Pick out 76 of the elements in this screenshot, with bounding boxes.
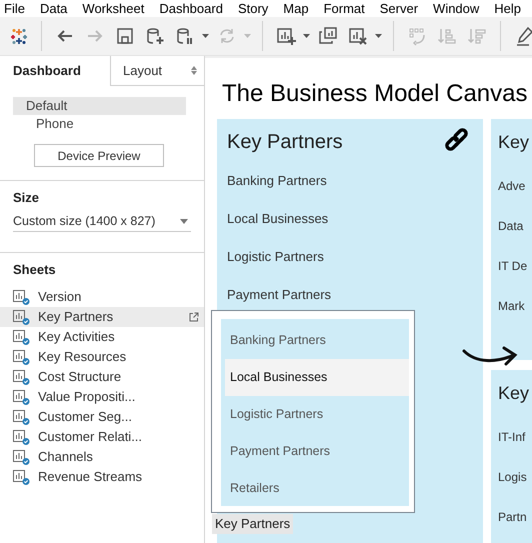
sheet-item[interactable]: Key Activities [0,327,204,347]
menu-item[interactable]: Help [494,0,522,17]
sheet-item[interactable]: Key Resources [0,347,204,367]
device-preview-button[interactable]: Device Preview [34,144,164,167]
panel-heading: Key Partners [227,130,343,155]
panel-item: Partn [498,510,527,524]
panel-item: Payment Partners [227,287,332,302]
sheet-item[interactable]: Cost Structure [0,367,204,387]
sheet-icon [13,370,30,384]
device-item[interactable]: Phone [13,115,186,133]
sheets-heading: Sheets [12,261,57,279]
curved-arrow-icon [462,345,518,367]
panel-item: Logistic Partners [227,249,324,264]
dropdown-caret-icon[interactable] [302,34,310,38]
sheet-item[interactable]: Customer Relati... [0,427,204,447]
save-icon [115,26,135,46]
new-worksheet-icon [276,26,296,46]
filter-option[interactable]: Banking Partners [221,322,409,359]
sheet-icon [13,350,30,364]
add-data-source-icon [145,26,165,46]
caret-icon [180,219,188,224]
highlighter-icon [514,26,532,46]
filter-option[interactable]: Payment Partners [221,433,409,470]
sheet-icon [13,470,30,484]
clear-sheet-icon [348,26,368,46]
panel-item: Adve [498,179,526,193]
panel-item: IT De [498,259,528,273]
panel-item: Logis [498,470,527,484]
sort-descending-icon [467,26,487,46]
menu-item[interactable]: Format [324,0,365,17]
panel-item: Local Businesses [227,211,328,226]
filter-option[interactable]: Logistic Partners [221,396,409,433]
panel-tab[interactable]: Layout [110,56,184,86]
menu-item[interactable]: Story [238,0,268,17]
sheet-icon [13,450,30,464]
duplicate-chart-icon [318,26,338,46]
sheet-item[interactable]: Customer Seg... [0,407,204,427]
dashboard-title: The Business Model Canvas [221,79,528,109]
sheet-icon [13,390,30,404]
filter-option[interactable]: Retailers [221,470,409,507]
panel-heading: Key [498,382,530,406]
menu-item[interactable]: Window [433,0,480,17]
open-external-icon[interactable] [189,312,199,322]
menu-item[interactable]: Map [283,0,309,17]
sheet-item[interactable]: Version [0,287,204,307]
tooltip: Key Partners [212,514,294,534]
logo-icon[interactable] [9,26,29,46]
sort-ascending-icon [437,26,457,46]
panel-item: Banking Partners [227,173,327,188]
menu-item[interactable]: Data [40,0,68,17]
dropdown-caret-icon[interactable] [202,34,208,38]
sheet-item[interactable]: Value Propositi... [0,387,204,407]
filter-option[interactable]: Local Businesses [225,359,409,396]
menu-item[interactable]: Server [380,0,418,17]
sheet-icon [13,330,30,344]
panel-item: IT-Inf [498,430,526,444]
menu-item[interactable]: Worksheet [82,0,144,17]
sheet-icon [13,290,30,304]
size-heading: Size [13,189,40,206]
device-item[interactable]: Default [13,97,186,115]
swap-icon [407,26,427,46]
dropdown-caret-icon[interactable] [374,34,382,38]
panel-heading: Key [498,131,530,154]
sheet-item[interactable]: Channels [0,447,204,467]
menu-item[interactable]: File [4,0,25,17]
sheet-icon [13,430,30,444]
size-dropdown[interactable]: Custom size (1400 x 827) [13,212,191,232]
up-down-arrows-icon[interactable] [191,66,197,75]
sheet-icon [13,310,30,324]
panel-item: Mark [498,299,525,313]
menu-item[interactable]: Dashboard [159,0,223,17]
sheet-item[interactable]: Revenue Streams [0,467,204,487]
sheet-icon [13,410,30,424]
panel-item: Data [498,219,524,233]
sheet-item[interactable]: Key Partners [0,307,204,327]
pause-data-source-icon [175,26,195,46]
